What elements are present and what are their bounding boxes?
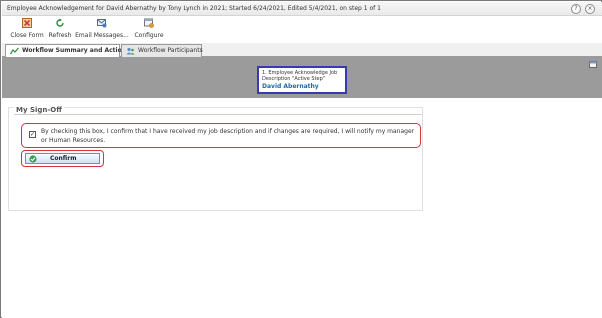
refresh-label: Refresh bbox=[48, 32, 72, 39]
title-bar: Employee Acknowledgement for David Abern… bbox=[2, 2, 602, 16]
close-form-button[interactable]: Close Form bbox=[10, 18, 44, 39]
step-title: 1. Employee Acknowledge Job Description … bbox=[262, 70, 338, 82]
configure-icon bbox=[144, 18, 154, 28]
workflow-diagram-area: 1. Employee Acknowledge Job Description … bbox=[2, 57, 602, 98]
refresh-button[interactable]: Refresh bbox=[47, 18, 73, 39]
section-title: My Sign-Off bbox=[14, 106, 64, 114]
section-divider bbox=[14, 114, 422, 115]
step-assignee[interactable]: David Abernathy bbox=[262, 83, 342, 90]
acknowledge-text: By checking this box, I confirm that I h… bbox=[41, 128, 415, 144]
tab-workflow-summary-label: Workflow Summary and Actions bbox=[22, 47, 130, 54]
close-form-icon bbox=[22, 18, 32, 28]
confirm-label: Confirm bbox=[50, 155, 77, 162]
configure-label: Configure bbox=[134, 32, 164, 39]
workflow-window: Employee Acknowledgement for David Abern… bbox=[0, 0, 602, 318]
expand-icon[interactable] bbox=[589, 61, 597, 68]
email-messages-button[interactable]: Email Messages... bbox=[75, 18, 129, 39]
summary-icon bbox=[10, 47, 19, 55]
confirm-highlight: Confirm bbox=[21, 150, 104, 167]
email-icon bbox=[97, 19, 107, 28]
toolbar: Close Form Refresh Email Messages... Con… bbox=[2, 16, 602, 43]
acknowledge-checkbox[interactable]: ✓ bbox=[29, 131, 36, 138]
acknowledge-row: ✓ By checking this box, I confirm that I… bbox=[21, 123, 421, 148]
configure-button[interactable]: Configure bbox=[132, 18, 166, 39]
window-title: Employee Acknowledgement for David Abern… bbox=[7, 5, 381, 12]
tab-strip: Workflow Summary and Actions Workflow Pa… bbox=[2, 43, 602, 58]
participants-icon bbox=[126, 47, 135, 55]
main-content: My Sign-Off ✓ By checking this box, I co… bbox=[2, 98, 602, 318]
refresh-icon bbox=[56, 18, 64, 27]
signoff-panel: My Sign-Off ✓ By checking this box, I co… bbox=[8, 106, 423, 211]
close-icon[interactable]: × bbox=[585, 4, 595, 14]
check-circle-icon bbox=[29, 155, 37, 163]
confirm-button[interactable]: Confirm bbox=[25, 153, 100, 164]
email-label: Email Messages... bbox=[75, 32, 129, 39]
help-icon[interactable]: ? bbox=[571, 4, 581, 14]
tab-workflow-participants-label: Workflow Participants bbox=[138, 47, 203, 54]
workflow-step-box[interactable]: 1. Employee Acknowledge Job Description … bbox=[257, 66, 347, 94]
tab-workflow-summary[interactable]: Workflow Summary and Actions bbox=[5, 44, 130, 58]
tab-workflow-participants[interactable]: Workflow Participants bbox=[121, 44, 203, 57]
close-form-label: Close Form bbox=[10, 32, 44, 39]
